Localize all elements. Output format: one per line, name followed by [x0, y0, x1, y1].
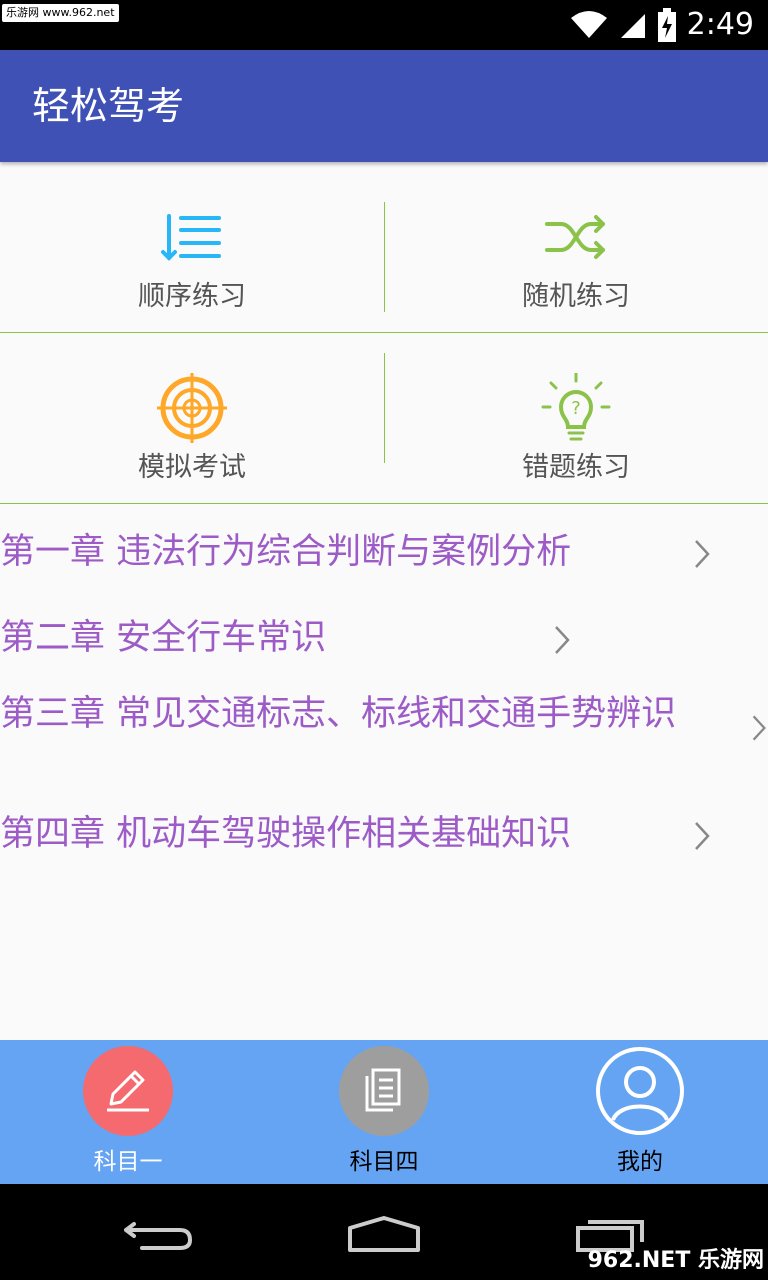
grid-divider-bottom [0, 503, 768, 504]
nav-item-subject-four[interactable]: 科目四 [256, 1040, 512, 1184]
nav-label-subject-one: 科目一 [93, 1149, 163, 1175]
lightbulb-question-icon: ? [541, 373, 611, 441]
mock-exam-label: 模拟考试 [138, 452, 246, 483]
target-icon [157, 373, 227, 443]
status-bar: 乐游网 www.962.net 2:49 [0, 0, 768, 50]
home-icon[interactable] [346, 1214, 422, 1254]
chevron-right-icon [752, 715, 766, 741]
shuffle-icon [545, 215, 605, 259]
nav-item-subject-one[interactable]: 科目一 [0, 1040, 256, 1184]
wifi-icon [570, 11, 607, 38]
grid-divider-horizontal [0, 332, 768, 333]
clock: 2:49 [686, 7, 754, 42]
random-practice-button[interactable]: 随机练习 [384, 162, 768, 332]
system-nav-bar: 962.NET 乐游网 [0, 1184, 768, 1280]
status-icons: 2:49 [569, 6, 754, 44]
grid-divider-vertical-top [384, 202, 385, 312]
practice-grid: 顺序练习 随机练习 模拟考试 ? 错题练习 [0, 162, 768, 504]
watermark-top: 乐游网 www.962.net [2, 4, 119, 22]
svg-text:?: ? [571, 398, 581, 419]
wrong-question-practice-label: 错题练习 [522, 452, 630, 483]
watermark-bottom: 962.NET 乐游网 [587, 1248, 764, 1273]
chapter-title-1: 第一章 违法行为综合判断与案例分析 [0, 532, 572, 572]
grid-divider-vertical-bottom [384, 353, 385, 463]
chapter-title-4: 第四章 机动车驾驶操作相关基础知识 [0, 814, 572, 854]
back-icon[interactable] [122, 1216, 194, 1252]
wrong-question-practice-button[interactable]: ? 错题练习 [384, 333, 768, 503]
mock-exam-button[interactable]: 模拟考试 [0, 333, 384, 503]
sequential-practice-button[interactable]: 顺序练习 [0, 162, 384, 332]
chevron-right-icon [555, 626, 570, 654]
nav-label-mine: 我的 [617, 1149, 663, 1175]
random-practice-label: 随机练习 [522, 281, 630, 312]
nav-item-mine[interactable]: 我的 [512, 1040, 768, 1184]
chapter-title-2: 第二章 安全行车常识 [0, 618, 327, 658]
pencil-icon [107, 1070, 149, 1112]
subject-one-circle [83, 1046, 173, 1136]
nav-label-subject-four: 科目四 [349, 1149, 419, 1175]
battery-charging-icon [657, 8, 676, 42]
subject-four-circle [339, 1046, 429, 1136]
app-title: 轻松驾考 [32, 84, 185, 128]
bottom-nav: 科目一 科目四 我的 [0, 1040, 768, 1184]
chevron-right-icon [695, 540, 710, 568]
app-bar: 轻松驾考 [0, 50, 768, 162]
user-icon [596, 1047, 684, 1135]
sequential-list-icon [161, 214, 221, 261]
chapter-title-3: 第三章 常见交通标志、标线和交通手势辨识 [0, 694, 677, 734]
cell-signal-icon [620, 14, 645, 38]
documents-icon [365, 1068, 401, 1112]
mine-circle [595, 1046, 685, 1136]
chevron-right-icon [695, 822, 710, 850]
sequential-practice-label: 顺序练习 [138, 281, 246, 312]
